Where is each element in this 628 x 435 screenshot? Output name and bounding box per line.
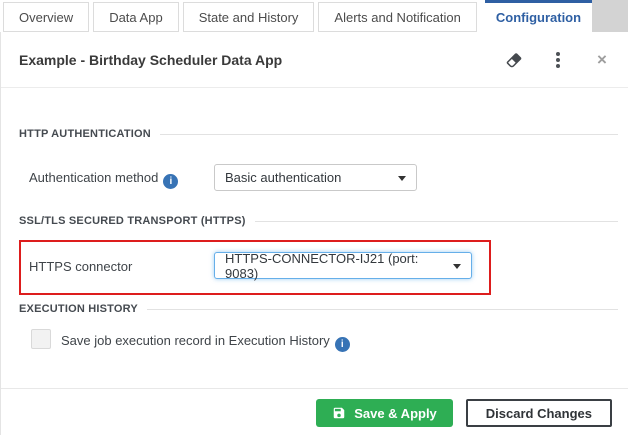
- tab-data-app[interactable]: Data App: [93, 2, 179, 32]
- configuration-panel: Example - Birthday Scheduler Data App × …: [0, 32, 628, 435]
- info-icon[interactable]: i: [335, 337, 350, 352]
- section-divider: [147, 309, 618, 310]
- tab-configuration[interactable]: Configuration: [485, 0, 592, 32]
- discard-changes-button[interactable]: Discard Changes: [466, 399, 612, 427]
- tab-alerts-and-notification[interactable]: Alerts and Notification: [318, 2, 476, 32]
- auth-method-row: Authentication method i: [29, 169, 178, 189]
- save-floppy-icon: [332, 406, 346, 420]
- discard-changes-label: Discard Changes: [486, 406, 592, 421]
- https-connector-select[interactable]: HTTPS-CONNECTOR-IJ21 (port: 9083): [214, 252, 472, 279]
- save-execution-record-label: Save job execution record in Execution H…: [61, 333, 330, 348]
- section-title: SSL/TLS SECURED TRANSPORT (HTTPS): [19, 215, 246, 227]
- https-connector-row: HTTPS connector: [29, 258, 132, 276]
- dialog-header: Example - Birthday Scheduler Data App ×: [1, 32, 628, 88]
- tab-bar: Overview Data App State and History Aler…: [0, 0, 628, 32]
- clear-eraser-icon[interactable]: [504, 50, 524, 70]
- save-apply-button[interactable]: Save & Apply: [316, 399, 453, 427]
- close-icon[interactable]: ×: [592, 50, 612, 70]
- section-http-authentication: HTTP AUTHENTICATION: [19, 128, 618, 140]
- save-execution-record-checkbox[interactable]: [31, 329, 51, 349]
- info-icon[interactable]: i: [163, 174, 178, 189]
- save-apply-label: Save & Apply: [354, 406, 437, 421]
- section-divider: [160, 134, 618, 135]
- auth-method-value: Basic authentication: [225, 170, 341, 185]
- tab-state-and-history[interactable]: State and History: [183, 2, 315, 32]
- auth-method-label: Authentication method: [29, 170, 158, 185]
- footer-divider: [1, 388, 628, 389]
- section-ssl-tls: SSL/TLS SECURED TRANSPORT (HTTPS): [19, 215, 618, 227]
- dialog-title: Example - Birthday Scheduler Data App: [19, 52, 504, 68]
- chevron-down-icon: [453, 264, 461, 269]
- auth-method-select[interactable]: Basic authentication: [214, 164, 417, 191]
- checkbox-label-row: Save job execution record in Execution H…: [61, 332, 350, 352]
- section-divider: [255, 221, 618, 222]
- https-connector-value: HTTPS-CONNECTOR-IJ21 (port: 9083): [225, 251, 445, 281]
- section-title: EXECUTION HISTORY: [19, 303, 138, 315]
- more-options-kebab-icon[interactable]: [548, 50, 568, 70]
- chevron-down-icon: [398, 176, 406, 181]
- tabbar-filler: [592, 0, 628, 32]
- tab-overview[interactable]: Overview: [3, 2, 89, 32]
- footer-actions: Save & Apply Discard Changes: [316, 399, 612, 427]
- section-title: HTTP AUTHENTICATION: [19, 128, 151, 140]
- section-execution-history: EXECUTION HISTORY: [19, 303, 618, 315]
- https-connector-label: HTTPS connector: [29, 259, 132, 274]
